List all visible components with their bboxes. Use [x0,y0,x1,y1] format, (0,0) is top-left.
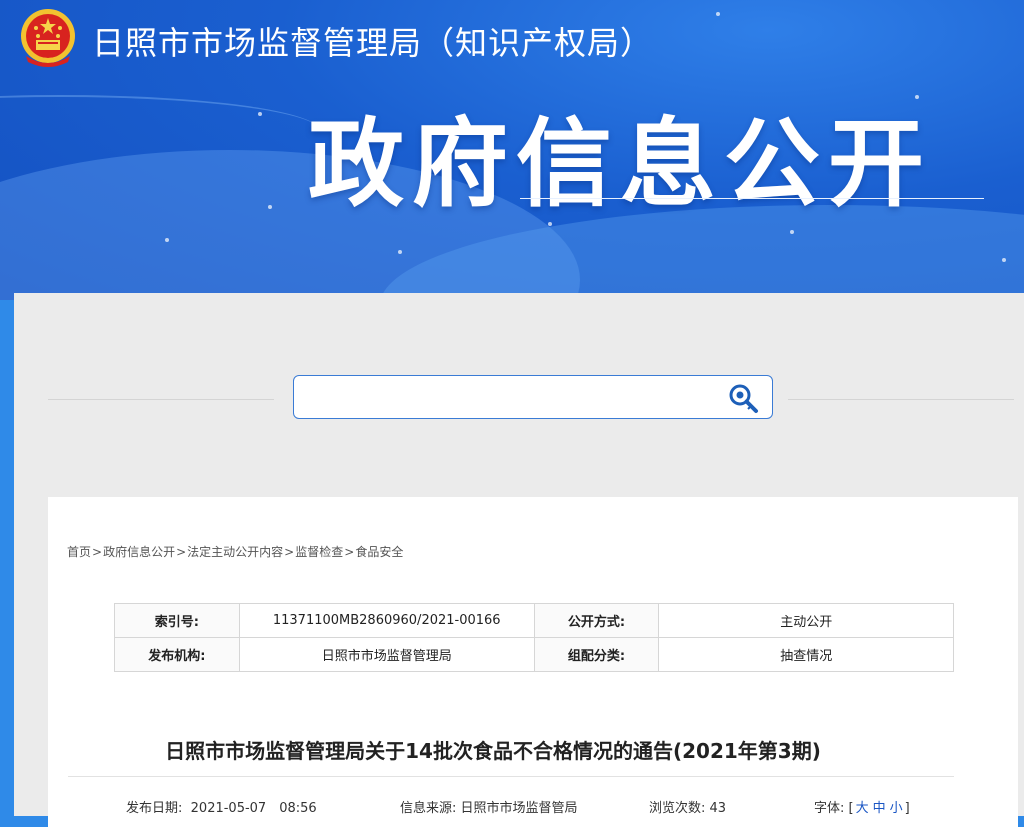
star-dot [165,238,169,242]
index-value: 11371100MB2860960/2021-00166 [238,603,535,638]
source-label: 信息来源: [400,801,457,816]
divider [68,776,954,777]
table-row: 索引号: 11371100MB2860960/2021-00166 公开方式: … [114,603,954,638]
site-header: 日照市市场监督管理局（知识产权局） 政府信息公开 [0,0,1024,300]
breadcrumb-separator: > [284,545,295,559]
search-icon[interactable] [726,381,760,415]
disclosure-label: 公开方式: [533,603,660,638]
category-label: 组配分类: [533,637,660,672]
bracket-close: ] [904,801,910,816]
meta-table: 索引号: 11371100MB2860960/2021-00166 公开方式: … [114,603,954,672]
search-box [293,375,773,419]
divider [48,399,274,400]
views-label: 浏览次数: [649,801,706,816]
breadcrumb-separator: > [176,545,187,559]
star-dot [398,250,402,254]
view-count: 浏览次数: 43 [649,797,726,816]
star-dot [790,230,794,234]
content-panel: 首页>政府信息公开>法定主动公开内容>监督检查>食品安全 索引号: 113711… [14,293,1024,827]
font-medium-button[interactable]: 中 [873,801,886,816]
article-title: 日照市市场监督管理局关于14批次食品不合格情况的通告(2021年第3期) [165,739,821,763]
info-source: 信息来源: 日照市市场监督管局 [400,797,578,816]
index-label: 索引号: [114,603,240,638]
publish-date-value: 2021-05-07 08:56 [190,801,317,816]
bracket-open: [ [848,801,854,816]
breadcrumb-separator: > [344,545,355,559]
banner-divider [520,198,984,199]
publish-date-label: 发布日期: [126,801,183,816]
banner-title: 政府信息公开 [308,108,932,220]
table-row: 发布机构: 日照市市场监督管理局 组配分类: 抽查情况 [114,637,954,672]
publisher-value: 日照市市场监督管理局 [238,637,535,672]
views-value: 43 [709,801,727,816]
search-input[interactable] [304,384,708,412]
breadcrumb-separator: > [92,545,103,559]
font-size-control: 字体: [大中小] [814,797,910,816]
divider [788,399,1014,400]
star-dot [258,112,262,116]
disclosure-value: 主动公开 [658,603,954,638]
breadcrumb-food-safety[interactable]: 食品安全 [355,545,403,559]
breadcrumb-home[interactable]: 首页 [67,545,91,559]
font-small-button[interactable]: 小 [890,801,903,816]
article-card: 首页>政府信息公开>法定主动公开内容>监督检查>食品安全 索引号: 113711… [48,497,1018,827]
breadcrumb: 首页>政府信息公开>法定主动公开内容>监督检查>食品安全 [67,543,403,560]
source-value: 日照市市场监督管局 [460,801,578,816]
star-dot [268,205,272,209]
breadcrumb-statutory[interactable]: 法定主动公开内容 [187,545,283,559]
star-dot [716,12,720,16]
breadcrumb-gov-info[interactable]: 政府信息公开 [103,545,175,559]
publish-date: 发布日期: 2021-05-07 08:56 [126,797,317,816]
national-emblem-icon[interactable] [16,6,80,70]
font-size-label: 字体: [814,801,845,816]
site-name[interactable]: 日照市市场监督管理局（知识产权局） [92,18,653,64]
star-dot [1002,258,1006,262]
publisher-label: 发布机构: [114,637,240,672]
category-value: 抽查情况 [658,637,954,672]
breadcrumb-inspection[interactable]: 监督检查 [295,545,343,559]
font-large-button[interactable]: 大 [856,801,869,816]
